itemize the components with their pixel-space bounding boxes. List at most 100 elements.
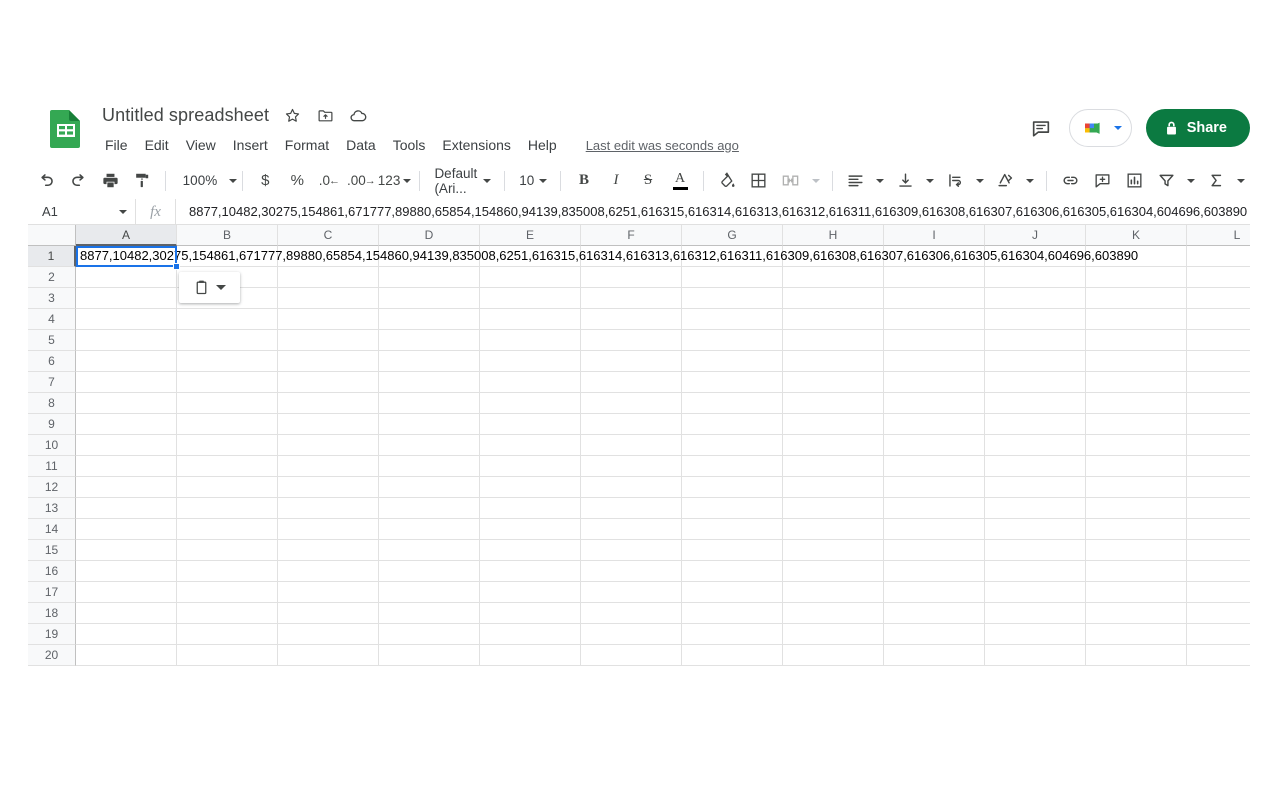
cell-C9[interactable] [278,414,379,435]
cell-J8[interactable] [985,393,1086,414]
cell-J4[interactable] [985,309,1086,330]
move-to-folder-icon[interactable] [315,105,335,125]
paint-format-icon[interactable] [128,167,156,195]
cell-H3[interactable] [783,288,884,309]
merge-cells-dropdown[interactable] [809,167,823,195]
column-header-g[interactable]: G [682,225,783,246]
cell-I6[interactable] [884,351,985,372]
cell-E12[interactable] [480,477,581,498]
cell-B15[interactable] [177,540,278,561]
cell-L7[interactable] [1187,372,1250,393]
column-header-d[interactable]: D [379,225,480,246]
cell-D2[interactable] [379,267,480,288]
last-edit-status[interactable]: Last edit was seconds ago [586,138,739,153]
row-header-1[interactable]: 1 [28,246,76,267]
cell-I17[interactable] [884,582,985,603]
cell-E8[interactable] [480,393,581,414]
cell-C16[interactable] [278,561,379,582]
cell-C4[interactable] [278,309,379,330]
cell-E1[interactable] [480,246,581,267]
decrease-decimal-button[interactable]: .0 ← [315,167,343,195]
cell-I10[interactable] [884,435,985,456]
row-header-8[interactable]: 8 [28,393,76,414]
cell-L16[interactable] [1187,561,1250,582]
cell-C8[interactable] [278,393,379,414]
cell-F17[interactable] [581,582,682,603]
cell-A13[interactable] [76,498,177,519]
chevron-down-icon[interactable] [216,285,226,290]
cell-H18[interactable] [783,603,884,624]
row-header-9[interactable]: 9 [28,414,76,435]
sigma-functions-icon[interactable] [1202,167,1230,195]
vertical-align-icon[interactable] [891,167,919,195]
cell-K8[interactable] [1086,393,1187,414]
cell-A6[interactable] [76,351,177,372]
menu-item-file[interactable]: File [102,135,137,155]
column-header-l[interactable]: L [1187,225,1250,246]
cell-F15[interactable] [581,540,682,561]
cell-A17[interactable] [76,582,177,603]
cell-G10[interactable] [682,435,783,456]
cell-E16[interactable] [480,561,581,582]
cell-B13[interactable] [177,498,278,519]
row-header-20[interactable]: 20 [28,645,76,666]
cell-D8[interactable] [379,393,480,414]
cell-E3[interactable] [480,288,581,309]
cell-F5[interactable] [581,330,682,351]
cell-D1[interactable] [379,246,480,267]
text-wrap-dropdown[interactable] [973,167,987,195]
cell-D16[interactable] [379,561,480,582]
cell-A3[interactable] [76,288,177,309]
cell-K9[interactable] [1086,414,1187,435]
bold-button[interactable]: B [570,167,598,195]
cell-C6[interactable] [278,351,379,372]
cell-G17[interactable] [682,582,783,603]
star-icon[interactable] [282,105,302,125]
cell-I4[interactable] [884,309,985,330]
zoom-control[interactable]: 100% [173,167,238,195]
row-header-2[interactable]: 2 [28,267,76,288]
select-all-corner[interactable] [28,225,76,246]
column-header-a[interactable]: A [76,225,177,246]
cell-A12[interactable] [76,477,177,498]
cell-H2[interactable] [783,267,884,288]
cell-K12[interactable] [1086,477,1187,498]
cell-F3[interactable] [581,288,682,309]
cell-H9[interactable] [783,414,884,435]
cell-J10[interactable] [985,435,1086,456]
cell-F7[interactable] [581,372,682,393]
cell-L12[interactable] [1187,477,1250,498]
cell-H14[interactable] [783,519,884,540]
cell-G8[interactable] [682,393,783,414]
cell-H4[interactable] [783,309,884,330]
cell-K5[interactable] [1086,330,1187,351]
cell-F9[interactable] [581,414,682,435]
cell-E7[interactable] [480,372,581,393]
cell-C17[interactable] [278,582,379,603]
cell-B17[interactable] [177,582,278,603]
row-header-4[interactable]: 4 [28,309,76,330]
cell-L4[interactable] [1187,309,1250,330]
cell-F11[interactable] [581,456,682,477]
fill-color-icon[interactable] [713,167,741,195]
cell-I14[interactable] [884,519,985,540]
horizontal-align-dropdown[interactable] [873,167,887,195]
menu-item-view[interactable]: View [178,135,225,155]
cell-E6[interactable] [480,351,581,372]
cell-K3[interactable] [1086,288,1187,309]
cell-L18[interactable] [1187,603,1250,624]
row-header-18[interactable]: 18 [28,603,76,624]
borders-icon[interactable] [745,167,773,195]
cell-L2[interactable] [1187,267,1250,288]
cell-D7[interactable] [379,372,480,393]
cell-D18[interactable] [379,603,480,624]
cell-A11[interactable] [76,456,177,477]
cell-I18[interactable] [884,603,985,624]
row-header-6[interactable]: 6 [28,351,76,372]
italic-button[interactable]: I [602,167,630,195]
cell-C12[interactable] [278,477,379,498]
cell-C1[interactable] [278,246,379,267]
cell-L15[interactable] [1187,540,1250,561]
cell-G5[interactable] [682,330,783,351]
cell-J9[interactable] [985,414,1086,435]
